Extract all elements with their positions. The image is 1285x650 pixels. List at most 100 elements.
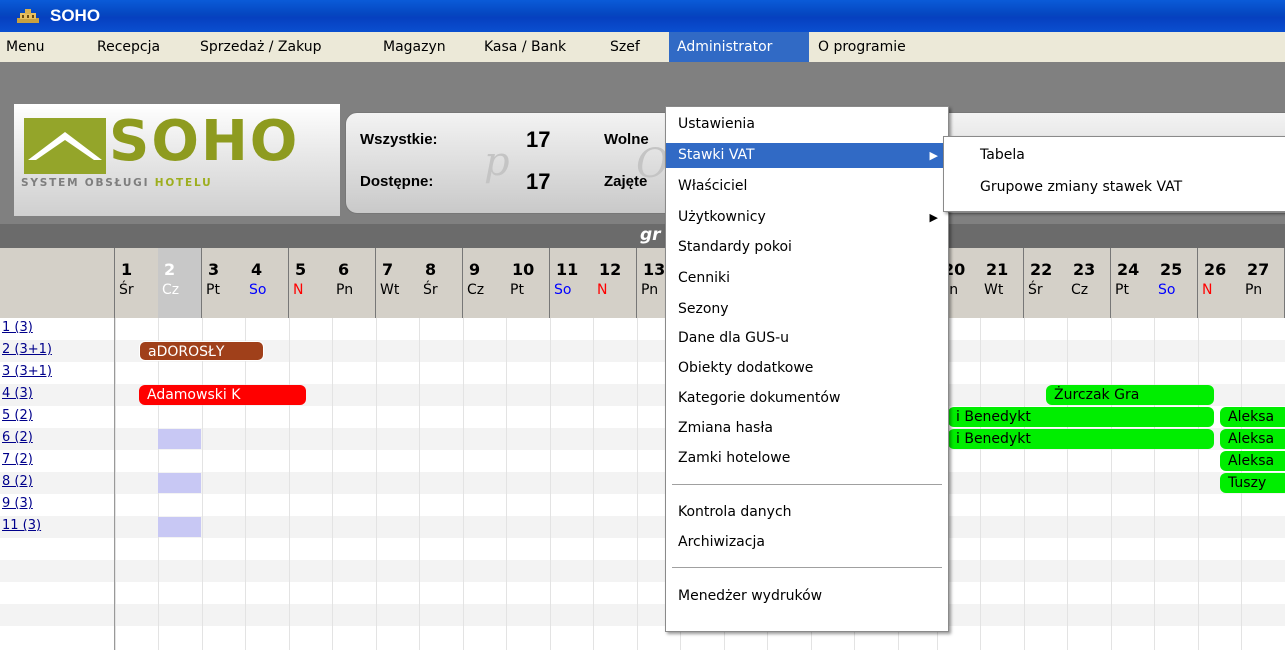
admin-menu-menedzer-wydrukow[interactable]: Menedżer wydruków [666, 584, 946, 609]
day-number: 23 [1073, 260, 1096, 279]
day-header[interactable]: 2 Cz [158, 248, 202, 318]
menu-item-magazyn[interactable]: Magazyn [383, 32, 446, 62]
day-number: 8 [425, 260, 437, 279]
grid-column-line [1024, 318, 1025, 650]
day-number: 13 [643, 260, 666, 279]
admin-menu-zamki-hotelowe[interactable]: Zamki hotelowe [666, 446, 946, 471]
today-cell [158, 517, 201, 537]
admin-menu-uzytkownicy[interactable]: Użytkownicy ▶ [666, 205, 946, 230]
day-number: 1 [121, 260, 133, 279]
day-name: Cz [1071, 282, 1089, 298]
booking-bar[interactable]: Żurczak Gra [1046, 385, 1214, 405]
day-header[interactable]: 26 N [1198, 248, 1242, 318]
admin-menu-standardy-pokoi[interactable]: Standardy pokoi [666, 235, 946, 260]
grid-column-line [245, 318, 246, 650]
menu-item-kasa-bank[interactable]: Kasa / Bank [484, 32, 566, 62]
booking-bar[interactable]: Tuszy [1220, 473, 1285, 493]
day-number: 24 [1117, 260, 1140, 279]
room-label[interactable]: 1 (3) [0, 318, 115, 338]
booking-bar[interactable]: Aleksa [1220, 429, 1285, 449]
room-label[interactable]: 9 (3) [0, 494, 115, 514]
menu-item-administrator[interactable]: Administrator [669, 32, 809, 62]
day-number: 21 [986, 260, 1009, 279]
day-header[interactable]: 12 N [593, 248, 637, 318]
today-cell [158, 473, 201, 493]
menu-item-recepcja[interactable]: Recepcja [97, 32, 160, 62]
admin-menu-zmiana-hasla[interactable]: Zmiana hasła [666, 416, 946, 441]
day-name: Pt [206, 282, 220, 298]
grid-column-line [463, 318, 464, 650]
vat-submenu-tabela[interactable]: Tabela [944, 141, 1025, 169]
grid-row [0, 450, 1285, 472]
day-header[interactable]: 7 Wt [376, 248, 420, 318]
grid-column-line [980, 318, 981, 650]
day-header[interactable]: 21 Wt [980, 248, 1024, 318]
day-header[interactable]: 10 Pt [506, 248, 550, 318]
day-name: Wt [380, 282, 400, 298]
day-header[interactable]: 5N [289, 248, 333, 318]
month-band: gr [0, 224, 1285, 248]
grid-column-line [1154, 318, 1155, 650]
menu-separator [672, 567, 942, 568]
booking-bar[interactable]: i Benedykt [948, 429, 1214, 449]
grid-column-line [550, 318, 551, 650]
grid-column-line [289, 318, 290, 650]
admin-menu-cenniki[interactable]: Cenniki [666, 266, 946, 291]
grid-column-line [202, 318, 203, 650]
booking-bar[interactable]: aDOROSŁY [139, 341, 264, 361]
day-header[interactable]: 11 So [550, 248, 594, 318]
admin-menu-kategorie-dokumentow[interactable]: Kategorie dokumentów [666, 386, 946, 411]
day-number: 4 [251, 260, 263, 279]
booking-bar[interactable]: i Benedykt [948, 407, 1214, 427]
day-name: So [249, 282, 267, 298]
room-label[interactable]: 7 (2) [0, 450, 115, 470]
vat-submenu: Tabela Grupowe zmiany stawek VAT [943, 136, 1285, 212]
day-header[interactable]: 3 Pt [202, 248, 246, 318]
menu-item-sprzedaz-zakup[interactable]: Sprzedaż / Zakup [200, 32, 322, 62]
admin-menu-dane-gus[interactable]: Dane dla GUS-u [666, 326, 946, 351]
room-label[interactable]: 6 (2) [0, 428, 115, 448]
room-label[interactable]: 4 (3) [0, 384, 115, 404]
day-name: Śr [1028, 282, 1043, 298]
booking-bar[interactable]: Aleksa [1220, 451, 1285, 471]
day-header[interactable]: 27 Pn [1241, 248, 1285, 318]
day-header[interactable]: 6 Pn [332, 248, 376, 318]
room-label[interactable]: 2 (3+1) [0, 340, 115, 360]
submenu-arrow-icon: ▶ [929, 149, 938, 162]
title-bar: SOHO [0, 0, 1285, 32]
menu-item-menu[interactable]: Menu [6, 32, 86, 62]
day-name: So [1158, 282, 1176, 298]
day-number: 10 [512, 260, 535, 279]
room-header-corner [0, 248, 115, 318]
room-label[interactable]: 3 (3+1) [0, 362, 115, 382]
grid-column-line [376, 318, 377, 650]
grid-column-line [1067, 318, 1068, 650]
day-header[interactable]: 24 Pt [1111, 248, 1155, 318]
menu-item-o-programie[interactable]: O programie [818, 32, 906, 62]
day-header[interactable]: 23 Cz [1067, 248, 1111, 318]
day-header[interactable]: 4 So [245, 248, 289, 318]
admin-menu-archiwizacja[interactable]: Archiwizacja [666, 530, 946, 555]
day-header[interactable]: 8 Śr [419, 248, 463, 318]
day-name: N [1202, 282, 1213, 298]
admin-menu-sezony[interactable]: Sezony [666, 297, 946, 322]
admin-menu-ustawienia[interactable]: Ustawienia [666, 112, 946, 137]
day-header[interactable]: 1 Śr [115, 248, 159, 318]
day-header[interactable]: 22 Śr [1024, 248, 1068, 318]
room-label[interactable]: 11 (3) [0, 516, 115, 536]
admin-menu-kontrola-danych[interactable]: Kontrola danych [666, 500, 946, 525]
room-label[interactable]: 5 (2) [0, 406, 115, 426]
booking-bar[interactable]: Aleksa [1220, 407, 1285, 427]
day-header[interactable]: 9 Cz [463, 248, 507, 318]
admin-menu-obiekty-dodatkowe[interactable]: Obiekty dodatkowe [666, 356, 946, 381]
admin-menu-wlasciciel[interactable]: Właściciel [666, 174, 946, 199]
free-rooms-label: Wolne [604, 131, 649, 148]
day-name: Pn [1245, 282, 1263, 298]
day-header[interactable]: 25 So [1154, 248, 1198, 318]
booking-bar[interactable]: Adamowski K [139, 385, 306, 405]
menu-item-szef[interactable]: Szef [610, 32, 640, 62]
day-number: 5 [295, 260, 307, 279]
vat-submenu-grupowe-zmiany[interactable]: Grupowe zmiany stawek VAT [944, 173, 1182, 201]
admin-menu-stawki-vat[interactable]: Stawki VAT ▶ [666, 143, 946, 168]
room-label[interactable]: 8 (2) [0, 472, 115, 492]
